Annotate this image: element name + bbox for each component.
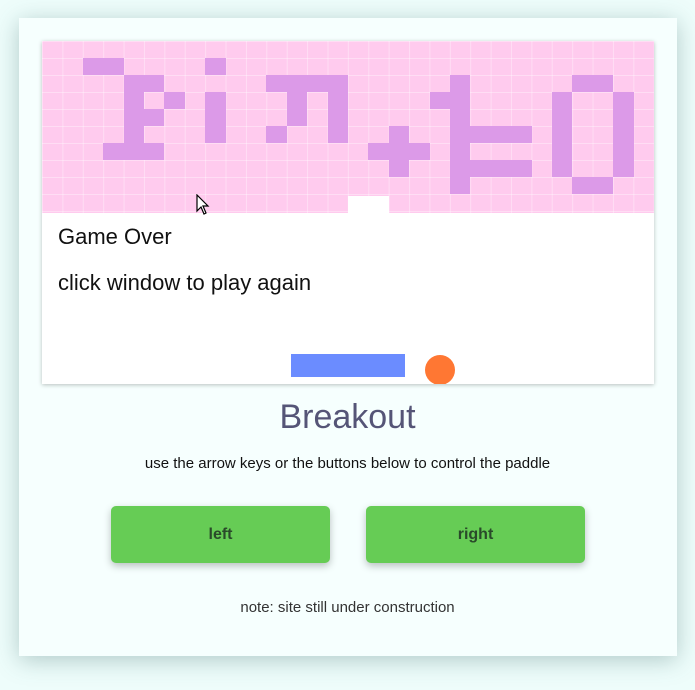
brick (613, 143, 634, 160)
brick (307, 75, 328, 92)
brick (144, 75, 165, 92)
brick (511, 126, 532, 143)
brick (450, 109, 471, 126)
game-over-text: Game Over (58, 224, 172, 249)
brick (613, 160, 634, 177)
brick (429, 92, 450, 109)
paddle (291, 354, 405, 377)
brick (490, 160, 512, 177)
brick (470, 126, 491, 143)
play-again-text: click window to play again (58, 270, 312, 295)
brick (286, 75, 308, 92)
brick (388, 160, 410, 177)
brick (327, 92, 348, 109)
right-button[interactable]: right (366, 506, 585, 563)
brick (327, 75, 348, 92)
brick (552, 109, 573, 126)
left-button[interactable]: left (111, 506, 330, 563)
brick (572, 75, 593, 92)
brick (450, 143, 471, 160)
brick (286, 109, 308, 126)
brick (205, 126, 226, 143)
brick (103, 143, 124, 160)
instructions-text: use the arrow keys or the buttons below … (144, 455, 551, 472)
brick (613, 109, 634, 126)
brick (552, 126, 573, 143)
brick (368, 143, 389, 160)
ball (425, 355, 455, 384)
brick (450, 75, 471, 92)
brick (450, 126, 471, 143)
brick (205, 92, 226, 109)
brick (164, 92, 185, 109)
brick (388, 143, 410, 160)
brick (144, 109, 165, 126)
game-canvas[interactable]: Game Over click window to play again (42, 41, 654, 384)
brick (511, 160, 532, 177)
brick (450, 177, 471, 194)
brick (144, 143, 165, 160)
brick (266, 75, 287, 92)
brick (82, 58, 104, 75)
brick (123, 109, 144, 126)
brick (205, 58, 226, 75)
brick (388, 126, 410, 143)
brick (450, 92, 471, 109)
brick (552, 160, 573, 177)
brick (205, 109, 226, 126)
brick-area (42, 41, 654, 213)
brick (572, 177, 593, 194)
brick (613, 92, 634, 109)
brick (123, 92, 144, 109)
brick (470, 160, 491, 177)
brick (327, 126, 348, 143)
brick (123, 126, 144, 143)
mouse-cursor-icon (196, 194, 210, 215)
page-title: Breakout (279, 398, 416, 436)
brick (552, 143, 573, 160)
brick (123, 75, 144, 92)
brick (490, 126, 512, 143)
brick (286, 92, 308, 109)
brick (266, 126, 287, 143)
brick (592, 177, 614, 194)
brick-gap (348, 196, 389, 213)
brick (450, 160, 471, 177)
brick (552, 92, 573, 109)
brick (613, 126, 634, 143)
brick (123, 143, 144, 160)
brick (592, 75, 614, 92)
construction-note: note: site still under construction (240, 599, 455, 616)
brick (327, 109, 348, 126)
brick (103, 58, 124, 75)
brick (409, 143, 430, 160)
